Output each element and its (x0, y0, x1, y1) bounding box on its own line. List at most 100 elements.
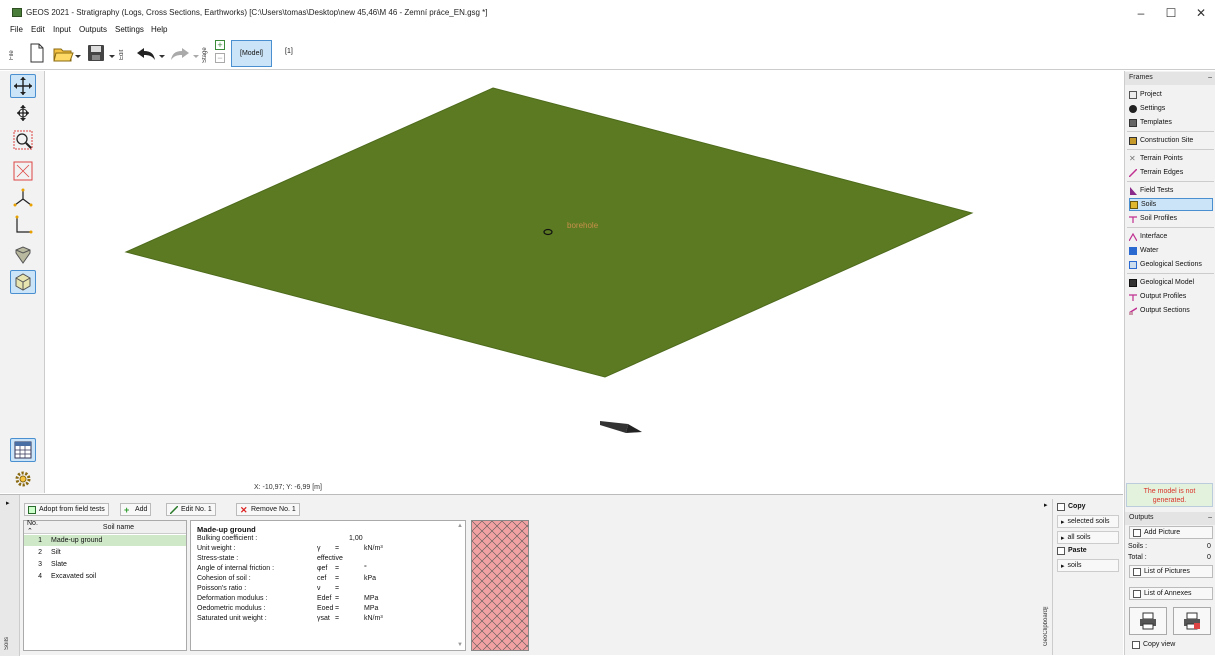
rotate-icon[interactable] (10, 101, 36, 125)
model-canvas[interactable]: borehole (46, 71, 1123, 493)
frame-output-sections[interactable]: Output Sections (1128, 304, 1213, 317)
outputs-header: Outputs – (1125, 512, 1215, 525)
print-button[interactable] (1129, 607, 1167, 635)
frame-terrain-edges[interactable]: Terrain Edges (1128, 166, 1213, 179)
geoclipboard-panel: GeoClipboard™ ▸ Copy ▸ selected soils ▸ … (1041, 499, 1122, 655)
add-icon: + (124, 504, 130, 515)
frame-soils[interactable]: Soils (1129, 198, 1213, 211)
property-label: Saturated unit weight : (197, 615, 267, 622)
view-settings-gear-icon[interactable] (10, 467, 36, 491)
frame-terrain-points[interactable]: ✕ Terrain Points (1129, 152, 1213, 165)
borehole-label: borehole (567, 221, 599, 230)
copy-button[interactable]: Copy (1057, 503, 1086, 511)
model-stage-button[interactable]: [Model] (231, 40, 272, 67)
copy-view-button[interactable]: Copy view (1129, 638, 1213, 651)
table-row[interactable]: 4 Excavated soil (24, 571, 186, 582)
geoclipboard-side-tab: GeoClipboard™ ▸ (1041, 499, 1053, 655)
menu-edit[interactable]: Edit (31, 25, 45, 34)
frame-geological-sections[interactable]: Geological Sections (1129, 258, 1213, 271)
remove-soil-button[interactable]: ✕ Remove No. 1 (236, 503, 300, 516)
property-equals: = (335, 595, 340, 602)
property-symbol: φef (317, 565, 328, 572)
frame-soil-profiles[interactable]: Soil Profiles (1129, 212, 1213, 225)
table-view-icon[interactable] (10, 438, 36, 462)
frame-water[interactable]: Water (1129, 244, 1213, 257)
menu-settings[interactable]: Settings (115, 25, 144, 34)
pan-icon[interactable] (10, 74, 36, 98)
add-picture-button[interactable]: Add Picture (1129, 526, 1213, 539)
close-button[interactable]: ✕ (1188, 4, 1214, 22)
paste-soils-button[interactable]: ▸ soils (1057, 559, 1119, 572)
view-3d-icon[interactable] (10, 270, 36, 294)
frame-templates[interactable]: Templates (1129, 116, 1213, 129)
save-icon[interactable] (86, 42, 104, 64)
property-unit: ° (364, 565, 367, 572)
column-no[interactable]: No. ⌃ (24, 520, 48, 535)
menu-input[interactable]: Input (53, 25, 71, 34)
zoom-icon[interactable] (10, 128, 36, 152)
frame-interface[interactable]: Interface (1128, 230, 1213, 243)
menu-file[interactable]: File (10, 25, 23, 34)
frame-field-tests[interactable]: Field Tests (1129, 184, 1213, 197)
open-dropdown-icon[interactable] (74, 42, 82, 64)
undo-icon[interactable] (134, 42, 158, 64)
property-label: Stress-state : (197, 555, 239, 562)
table-row[interactable]: 1 Made-up ground (24, 535, 186, 546)
soils-table[interactable]: No. ⌃ Soil name 1 Made-up ground 2 Silt 3S… (23, 520, 187, 651)
edit-tab-label: Edit (119, 49, 125, 61)
copy-all-soils-button[interactable]: ▸ all soils (1057, 531, 1119, 544)
redo-dropdown-icon[interactable] (192, 42, 200, 64)
adopt-from-field-tests-button[interactable]: Adopt from field tests (24, 503, 109, 516)
property-label: Unit weight : (197, 545, 236, 552)
print-export-button[interactable] (1173, 607, 1211, 635)
geological-model-icon (1129, 278, 1137, 287)
adopt-icon (28, 505, 36, 514)
property-unit: kN/m³ (364, 545, 383, 552)
scroll-down-icon[interactable]: ▼ (457, 642, 463, 648)
frame-output-profiles[interactable]: Output Profiles (1129, 290, 1213, 303)
soils-side-tab: Soils ▸ (0, 495, 20, 656)
water-icon (1129, 246, 1137, 255)
menu-help[interactable]: Help (151, 25, 167, 34)
list-of-pictures-button[interactable]: List of Pictures (1129, 565, 1213, 578)
view-tools-palette (0, 71, 45, 493)
add-soil-button[interactable]: + Add (120, 503, 152, 516)
annexes-list-icon (1133, 589, 1141, 598)
view-front-icon[interactable] (10, 243, 36, 267)
add-stage-icon[interactable]: + (215, 40, 225, 50)
axes-3d-icon[interactable] (10, 186, 36, 210)
property-symbol: ν (317, 585, 321, 592)
column-soil-name[interactable]: Soil name (48, 524, 186, 531)
frames-panel: Frames – Project Settings Templates Const… (1124, 71, 1215, 655)
property-unit: MPa (364, 595, 379, 602)
menu-outputs[interactable]: Outputs (79, 25, 107, 34)
property-equals: = (335, 565, 340, 572)
list-of-annexes-button[interactable]: List of Annexes (1129, 587, 1213, 600)
frame-project[interactable]: Project (1129, 88, 1213, 101)
maximize-button[interactable]: ☐ (1158, 4, 1184, 22)
property-symbol: γsat (317, 615, 330, 622)
open-folder-icon[interactable] (52, 42, 74, 64)
frame-settings[interactable]: Settings (1129, 102, 1213, 115)
redo-icon[interactable] (168, 42, 192, 64)
remove-stage-icon[interactable]: − (215, 53, 225, 63)
scroll-up-icon[interactable]: ▲ (457, 523, 463, 529)
edit-soil-button[interactable]: Edit No. 1 (166, 503, 216, 516)
printer-icon (1140, 612, 1156, 630)
copy-selected-soils-button[interactable]: ▸ selected soils (1057, 515, 1119, 528)
table-row[interactable]: 3 Slate (24, 559, 186, 570)
stage-1-button[interactable]: [1] (285, 48, 293, 55)
undo-dropdown-icon[interactable] (158, 42, 166, 64)
paste-button[interactable]: Paste (1057, 547, 1087, 555)
soil-pattern-preview (471, 520, 529, 651)
interface-icon (1128, 232, 1138, 241)
axes-2d-icon[interactable] (10, 213, 36, 237)
copy-view-icon (1132, 640, 1140, 649)
zoom-extents-icon[interactable] (10, 159, 36, 183)
frame-construction-site[interactable]: Construction Site (1129, 134, 1213, 147)
save-dropdown-icon[interactable] (108, 42, 116, 64)
new-file-icon[interactable] (28, 42, 46, 64)
table-row[interactable]: 2 Silt (24, 547, 186, 558)
minimize-button[interactable]: – (1128, 4, 1154, 22)
frame-geological-model[interactable]: Geological Model (1129, 276, 1213, 289)
